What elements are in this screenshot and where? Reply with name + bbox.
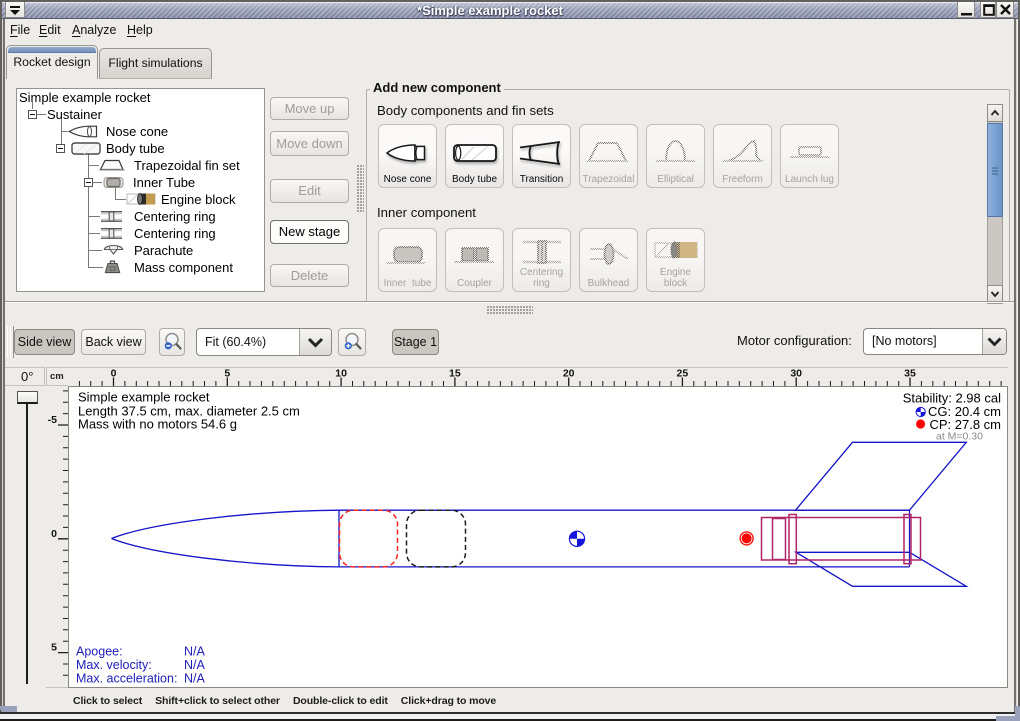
svg-text:30: 30 [790,368,802,380]
svg-text:N/A: N/A [184,645,206,659]
svg-text:Max. velocity:: Max. velocity: [76,658,152,672]
svg-text:at M=0.30: at M=0.30 [936,430,983,442]
svg-text:Mass with no motors 54.6 g: Mass with no motors 54.6 g [78,417,237,432]
svg-text:0: 0 [51,528,57,540]
svg-text:35: 35 [904,368,916,380]
svg-text:N/A: N/A [184,672,206,686]
svg-text:10: 10 [335,368,347,380]
svg-text:Simple example rocket: Simple example rocket [78,390,210,405]
svg-text:25: 25 [677,368,689,380]
svg-text:15: 15 [449,368,461,380]
svg-text:Max. acceleration:: Max. acceleration: [76,672,177,686]
svg-text:5: 5 [51,642,57,654]
svg-text:0: 0 [111,368,117,380]
svg-text:20: 20 [563,368,575,380]
svg-text:Apogee:: Apogee: [76,645,123,659]
svg-text:-5: -5 [48,414,57,426]
svg-text:5: 5 [224,368,230,380]
svg-text:N/A: N/A [184,658,206,672]
